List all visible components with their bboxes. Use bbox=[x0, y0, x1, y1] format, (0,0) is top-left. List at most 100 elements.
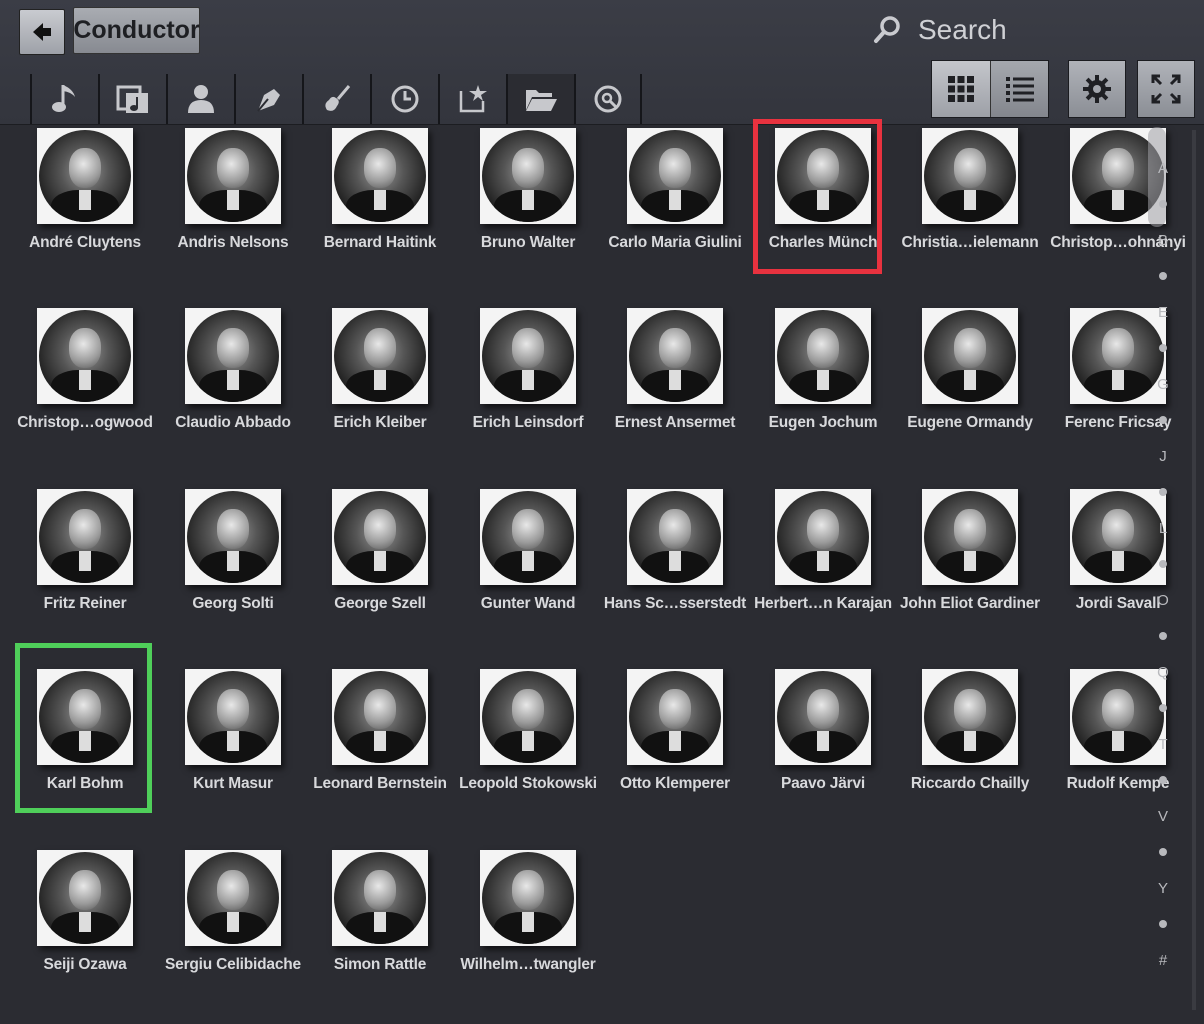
conductor-item[interactable]: Riccardo Chailly bbox=[895, 665, 1045, 815]
tab-recent[interactable] bbox=[370, 74, 438, 124]
conductor-name: Bruno Walter bbox=[480, 234, 576, 251]
index-dot[interactable] bbox=[1159, 690, 1167, 726]
conductor-item[interactable]: Eugen Jochum bbox=[748, 304, 898, 454]
conductor-portrait bbox=[922, 669, 1018, 765]
folder-open-icon bbox=[526, 90, 557, 111]
tab-composers[interactable] bbox=[234, 74, 302, 124]
list-view-button[interactable] bbox=[990, 61, 1048, 117]
index-dot[interactable] bbox=[1159, 258, 1167, 294]
conductor-item[interactable]: Sergiu Celibidache bbox=[158, 846, 308, 996]
conductor-item[interactable]: Erich Leinsdorf bbox=[453, 304, 603, 454]
index-letter[interactable]: J bbox=[1159, 438, 1167, 474]
conductor-item[interactable]: Otto Klemperer bbox=[600, 665, 750, 815]
settings-button[interactable] bbox=[1068, 60, 1126, 118]
index-dot[interactable] bbox=[1159, 402, 1167, 438]
tab-genres[interactable] bbox=[302, 74, 370, 124]
index-letter[interactable]: Y bbox=[1158, 870, 1168, 906]
conductor-item[interactable]: Simon Rattle bbox=[305, 846, 455, 996]
tab-albums[interactable] bbox=[98, 74, 166, 124]
scrollbar-track[interactable] bbox=[1192, 130, 1196, 1010]
tab-artists[interactable] bbox=[166, 74, 234, 124]
conductor-item[interactable]: Carlo Maria Giulini bbox=[600, 124, 750, 274]
index-dot[interactable] bbox=[1159, 330, 1167, 366]
conductor-item[interactable]: André Cluytens bbox=[10, 124, 160, 274]
search-icon bbox=[874, 16, 900, 43]
conductor-item[interactable]: Wilhelm…twangler bbox=[453, 846, 603, 996]
tab-favorites[interactable] bbox=[438, 74, 506, 124]
index-dot[interactable] bbox=[1159, 474, 1167, 510]
search-input[interactable] bbox=[916, 13, 1100, 47]
conductor-portrait bbox=[627, 128, 723, 224]
conductor-item[interactable]: Kurt Masur bbox=[158, 665, 308, 815]
conductor-item[interactable]: John Eliot Gardiner bbox=[895, 485, 1045, 635]
index-dot[interactable] bbox=[1159, 186, 1167, 222]
conductor-item[interactable]: Paavo Järvi bbox=[748, 665, 898, 815]
index-letter[interactable]: O bbox=[1157, 582, 1169, 618]
tab-tracks[interactable] bbox=[30, 74, 98, 124]
dot-icon bbox=[1159, 632, 1167, 640]
highlight-box-green bbox=[15, 643, 152, 813]
conductor-portrait bbox=[627, 669, 723, 765]
fullscreen-button[interactable] bbox=[1137, 60, 1195, 118]
conductor-name: Eugene Ormandy bbox=[907, 414, 1033, 431]
conductor-name: Eugen Jochum bbox=[768, 414, 878, 431]
conductor-item[interactable]: Seiji Ozawa bbox=[10, 846, 160, 996]
conductor-portrait bbox=[775, 308, 871, 404]
conductor-name: Georg Solti bbox=[192, 595, 274, 612]
conductor-item[interactable]: Bruno Walter bbox=[453, 124, 603, 274]
index-dot[interactable] bbox=[1159, 762, 1167, 798]
index-dot[interactable] bbox=[1159, 618, 1167, 654]
index-letter[interactable]: G bbox=[1157, 366, 1169, 402]
conductor-item[interactable]: Hans Sc…sserstedt bbox=[600, 485, 750, 635]
conductor-item[interactable]: Andris Nelsons bbox=[158, 124, 308, 274]
conductor-portrait bbox=[332, 669, 428, 765]
tab-disc-search[interactable] bbox=[574, 74, 642, 124]
index-letter[interactable]: A bbox=[1158, 150, 1168, 186]
conductor-name: Otto Klemperer bbox=[619, 775, 731, 792]
dot-icon bbox=[1159, 488, 1167, 496]
index-letter[interactable]: Q bbox=[1157, 654, 1169, 690]
conductor-portrait bbox=[332, 850, 428, 946]
conductor-item[interactable]: Ernest Ansermet bbox=[600, 304, 750, 454]
star-folder-icon bbox=[459, 85, 487, 113]
conductor-name: Riccardo Chailly bbox=[910, 775, 1030, 792]
conductor-portrait bbox=[185, 308, 281, 404]
conductor-item[interactable]: Claudio Abbado bbox=[158, 304, 308, 454]
dot-icon bbox=[1159, 704, 1167, 712]
conductor-name: Andris Nelsons bbox=[177, 234, 289, 251]
conductor-item[interactable]: Georg Solti bbox=[158, 485, 308, 635]
search-box[interactable] bbox=[872, 10, 1112, 50]
conductor-item[interactable]: Leonard Bernstein bbox=[305, 665, 455, 815]
index-dot[interactable] bbox=[1159, 834, 1167, 870]
index-letter[interactable]: B bbox=[1158, 222, 1168, 258]
composer-pen-icon bbox=[257, 89, 280, 112]
conductor-portrait bbox=[480, 308, 576, 404]
dot-icon bbox=[1159, 344, 1167, 352]
grid-view-button[interactable] bbox=[932, 61, 990, 117]
conductor-item[interactable]: Christop…ogwood bbox=[10, 304, 160, 454]
index-dot[interactable] bbox=[1159, 906, 1167, 942]
index-letter[interactable]: L bbox=[1159, 510, 1167, 546]
index-letter[interactable]: # bbox=[1159, 942, 1167, 978]
conductor-item[interactable]: Bernard Haitink bbox=[305, 124, 455, 274]
index-dot[interactable] bbox=[1159, 546, 1167, 582]
conductor-item[interactable]: Fritz Reiner bbox=[10, 485, 160, 635]
conductor-item[interactable]: Erich Kleiber bbox=[305, 304, 455, 454]
conductor-item[interactable]: Herbert…n Karajan bbox=[748, 485, 898, 635]
highlight-box-red bbox=[753, 119, 882, 274]
conductor-name: André Cluytens bbox=[29, 234, 141, 251]
back-button[interactable] bbox=[19, 9, 65, 55]
index-letter[interactable]: E bbox=[1158, 294, 1168, 330]
index-letter[interactable]: T bbox=[1158, 726, 1167, 762]
conductor-item[interactable]: George Szell bbox=[305, 485, 455, 635]
breadcrumb-conductor[interactable]: Conductor bbox=[73, 7, 200, 54]
conductor-item[interactable]: Eugene Ormandy bbox=[895, 304, 1045, 454]
conductor-item[interactable]: Leopold Stokowski bbox=[453, 665, 603, 815]
conductor-portrait bbox=[627, 489, 723, 585]
tab-folders[interactable] bbox=[506, 74, 574, 124]
conductor-name: Erich Leinsdorf bbox=[472, 414, 584, 431]
dot-icon bbox=[1159, 272, 1167, 280]
conductor-item[interactable]: Christia…ielemann bbox=[895, 124, 1045, 274]
conductor-item[interactable]: Gunter Wand bbox=[453, 485, 603, 635]
index-letter[interactable]: V bbox=[1158, 798, 1168, 834]
